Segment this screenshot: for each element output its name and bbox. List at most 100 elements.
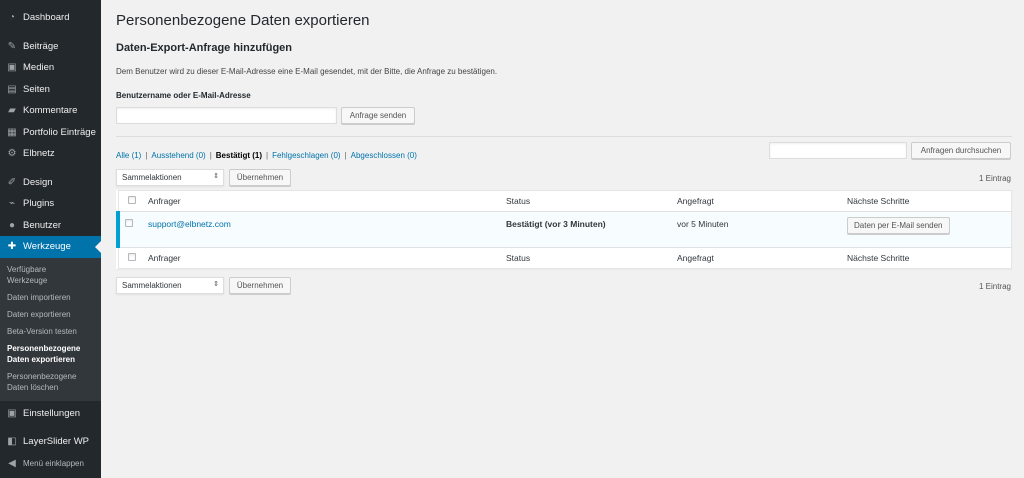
username-email-input[interactable]: [116, 107, 337, 124]
filter-failed[interactable]: Fehlgeschlagen (0): [272, 151, 340, 160]
next-steps-cell: Daten per E-Mail senden: [847, 211, 1012, 248]
collapse-label: Menü einklappen: [23, 458, 84, 468]
sidebar-item-label: Elbnetz: [23, 148, 55, 160]
dashboard-icon: ◔: [8, 12, 16, 24]
section-title: Daten-Export-Anfrage hinzufügen: [116, 42, 292, 54]
sidebar-item-label: Medien: [23, 62, 55, 74]
status-cell: Bestätigt (vor 3 Minuten): [506, 211, 677, 248]
sidebar-item-settings[interactable]: ▣ Einstellungen: [0, 403, 101, 425]
select-all-checkbox-footer[interactable]: [127, 253, 136, 261]
username-email-label: Benutzername oder E-Mail-Adresse: [116, 91, 251, 100]
row-checkbox[interactable]: [125, 219, 133, 227]
tools-submenu: Verfügbare Werkzeuge Daten importieren D…: [0, 257, 101, 401]
send-data-email-button[interactable]: Daten per E-Mail senden: [847, 217, 950, 234]
separator: |: [145, 151, 148, 160]
section-description: Dem Benutzer wird zu dieser E-Mail-Adres…: [116, 67, 498, 76]
admin-sidebar: ◔ Dashboard ✎ Beiträge ▣ Medien ▤ Seiten ▰ Ko…: [0, 0, 101, 478]
table-row: support@elbnetz.com Bestätigt (vor 3 Min…: [116, 211, 1012, 248]
requester-email-link[interactable]: support@elbnetz.com: [148, 219, 231, 229]
filter-all[interactable]: Alle (1): [116, 151, 141, 160]
search-requests-input[interactable]: [769, 142, 907, 159]
bulk-actions-value: Sammelaktionen: [122, 173, 182, 182]
sidebar-item-plugins[interactable]: ⌁ Plugins: [0, 193, 101, 215]
sidebar-item-label: Design: [23, 176, 53, 188]
footer-checkbox-cell: [118, 248, 148, 269]
page-icon: ▤: [7, 83, 17, 95]
sidebar-item-portfolio[interactable]: ▦ Portfolio Einträge: [0, 122, 101, 144]
submenu-available-tools[interactable]: Verfügbare Werkzeuge: [0, 261, 62, 289]
item-count-top: 1 Eintrag: [978, 174, 1011, 183]
table-header-row: Anfrager Status Angefragt Nächste Schrit…: [118, 191, 1012, 212]
plugin-icon: ⌁: [8, 198, 16, 210]
submenu-beta[interactable]: Beta-Version testen: [0, 323, 101, 340]
page-title: Personenbezogene Daten exportieren: [116, 12, 370, 29]
sidebar-item-elbnetz[interactable]: ⚙ Elbnetz: [0, 143, 101, 165]
separator: |: [209, 151, 212, 160]
filter-completed[interactable]: Abgeschlossen (0): [351, 151, 417, 160]
column-requested[interactable]: Angefragt: [677, 191, 847, 212]
sidebar-item-label: Seiten: [23, 83, 50, 95]
column-next-steps-footer: Nächste Schritte: [847, 253, 910, 263]
collapse-icon: ◀: [8, 457, 16, 469]
requested-cell: vor 5 Minuten: [677, 211, 847, 248]
column-requested-footer[interactable]: Angefragt: [677, 248, 847, 269]
header-checkbox-cell: [118, 191, 148, 212]
sidebar-item-media[interactable]: ▣ Medien: [0, 57, 101, 79]
bulk-actions-select-top[interactable]: Sammelaktionen ⇕: [116, 169, 224, 186]
settings-icon: ▣: [7, 407, 17, 419]
table-footer-row: Anfrager Status Angefragt Nächste Schrit…: [118, 247, 1012, 269]
submenu-erase-personal-data[interactable]: Personenbezogene Daten löschen: [0, 368, 92, 396]
collapse-menu-button[interactable]: ◀ Menü einklappen: [0, 453, 101, 475]
submenu-import[interactable]: Daten importieren: [0, 289, 101, 306]
send-request-button[interactable]: Anfrage senden: [341, 107, 415, 124]
sidebar-item-tools[interactable]: ✚ Werkzeuge: [0, 236, 101, 258]
select-arrows-icon: ⇕: [213, 281, 219, 288]
sidebar-item-label: Beiträge: [23, 40, 59, 52]
sidebar-item-label: Benutzer: [23, 219, 62, 231]
separator: |: [344, 151, 347, 160]
bulk-actions-value: Sammelaktionen: [122, 281, 182, 290]
sidebar-item-label: LayerSlider WP: [23, 436, 89, 448]
separator: |: [266, 151, 269, 160]
sidebar-item-users[interactable]: ● Benutzer: [0, 215, 101, 237]
apply-button-bottom[interactable]: Übernehmen: [229, 277, 291, 294]
media-icon: ▣: [7, 62, 17, 74]
column-requester-footer[interactable]: Anfrager: [148, 248, 506, 269]
apply-button-top[interactable]: Übernehmen: [229, 169, 291, 186]
divider: [116, 136, 1012, 137]
pin-icon: ✎: [7, 40, 17, 52]
submenu-export-personal-data[interactable]: Personenbezogene Daten exportieren: [0, 340, 92, 368]
sidebar-item-pages[interactable]: ▤ Seiten: [0, 79, 101, 101]
filter-confirmed[interactable]: Bestätigt (1): [216, 151, 262, 160]
wrench-icon: ✚: [7, 241, 17, 253]
row-checkbox-cell: [116, 211, 148, 248]
column-status: Status: [506, 196, 531, 206]
portfolio-icon: ▦: [7, 126, 17, 138]
sidebar-item-dashboard[interactable]: ◔ Dashboard: [0, 7, 101, 29]
search-requests-button[interactable]: Anfragen durchsuchen: [911, 142, 1011, 159]
sidebar-item-label: Plugins: [23, 198, 55, 210]
sidebar-item-label: Dashboard: [23, 12, 70, 24]
sidebar-item-label: Kommentare: [23, 105, 78, 117]
filter-pending[interactable]: Ausstehend (0): [151, 151, 205, 160]
sidebar-item-comments[interactable]: ▰ Kommentare: [0, 100, 101, 122]
sidebar-item-label: Werkzeuge: [23, 241, 71, 253]
column-requester[interactable]: Anfrager: [148, 191, 506, 212]
select-all-checkbox[interactable]: [127, 196, 136, 204]
submenu-export[interactable]: Daten exportieren: [0, 306, 101, 323]
column-next-steps: Nächste Schritte: [847, 196, 910, 206]
status-value: Bestätigt (vor 3 Minuten): [506, 219, 606, 229]
sidebar-item-label: Portfolio Einträge: [23, 126, 96, 138]
sidebar-item-design[interactable]: ✐ Design: [0, 172, 101, 194]
sidebar-item-layerslider[interactable]: ◧ LayerSlider WP: [0, 431, 101, 453]
status-filter-links: Alle (1) | Ausstehend (0) | Bestätigt (1…: [116, 151, 417, 160]
sidebar-item-posts[interactable]: ✎ Beiträge: [0, 36, 101, 58]
requester-cell: support@elbnetz.com: [148, 211, 506, 248]
comment-icon: ▰: [8, 105, 16, 117]
requested-value: vor 5 Minuten: [677, 219, 729, 229]
select-arrows-icon: ⇕: [213, 173, 219, 180]
sidebar-item-label: Einstellungen: [23, 407, 81, 419]
bulk-actions-select-bottom[interactable]: Sammelaktionen ⇕: [116, 277, 224, 294]
brush-icon: ✐: [7, 176, 17, 188]
gear-icon: ⚙: [7, 148, 17, 160]
